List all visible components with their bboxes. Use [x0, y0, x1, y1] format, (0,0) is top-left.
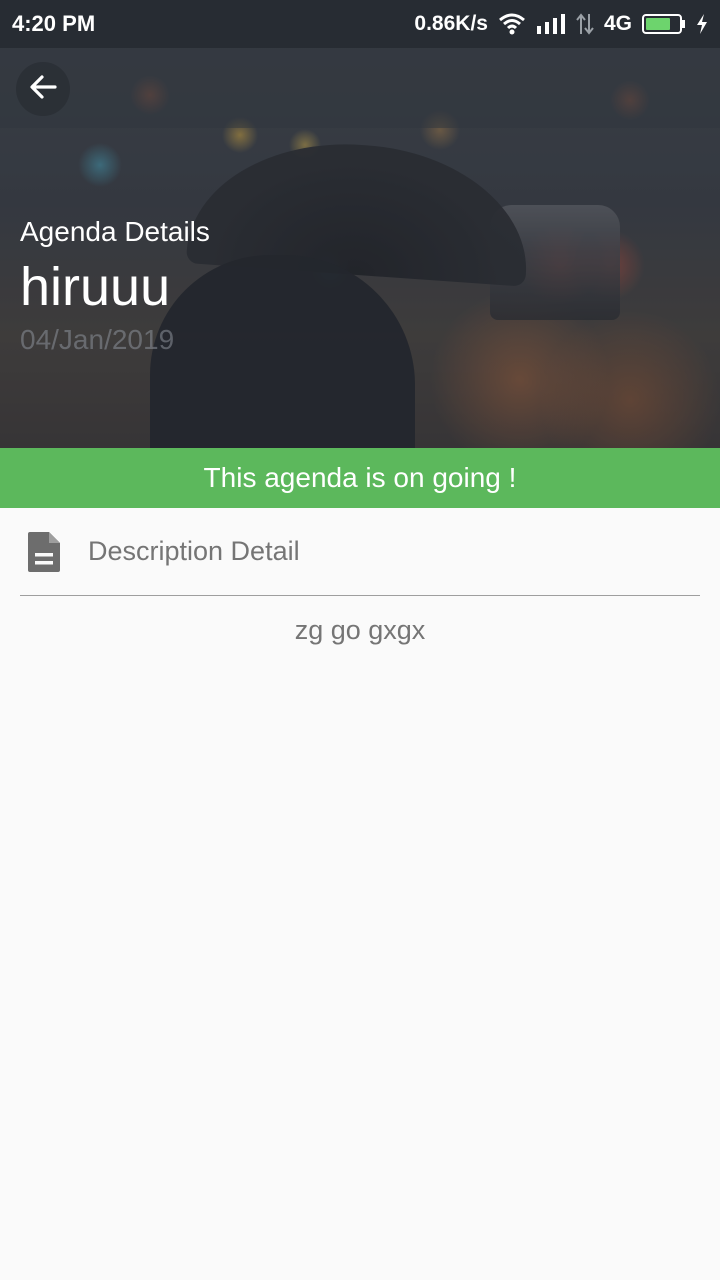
agenda-detail-screen: 4:20 PM 0.86K/s 4G Agenda Details hiruuu…: [0, 0, 720, 1280]
battery-icon: [642, 13, 686, 35]
network-speed: 0.86K/s: [414, 12, 488, 35]
description-label: Description Detail: [88, 536, 300, 566]
status-indicators: 0.86K/s 4G: [414, 12, 708, 36]
hero-subtitle: Agenda Details: [20, 216, 210, 247]
toolbar: [0, 48, 720, 128]
signal-icon: [536, 13, 566, 35]
status-banner: This agenda is on going !: [0, 448, 720, 508]
description-header: Description Detail: [20, 508, 700, 596]
document-icon: [20, 528, 68, 576]
agenda-title: hiruuu: [20, 257, 171, 317]
arrow-back-icon: [28, 72, 58, 107]
status-banner-text: This agenda is on going !: [203, 462, 517, 493]
back-button[interactable]: [16, 62, 70, 116]
data-arrows-icon: [576, 13, 594, 35]
agenda-date: 04/Jan/2019: [20, 324, 175, 355]
charging-icon: [696, 13, 708, 35]
wifi-icon: [498, 13, 526, 35]
status-bar: 4:20 PM 0.86K/s 4G: [0, 0, 720, 48]
status-time: 4:20 PM: [12, 11, 96, 36]
network-type: 4G: [603, 12, 632, 35]
description-body: zg go gxgx: [294, 615, 426, 645]
hero-text: Agenda Details hiruuu 04/Jan/2019: [20, 212, 210, 360]
